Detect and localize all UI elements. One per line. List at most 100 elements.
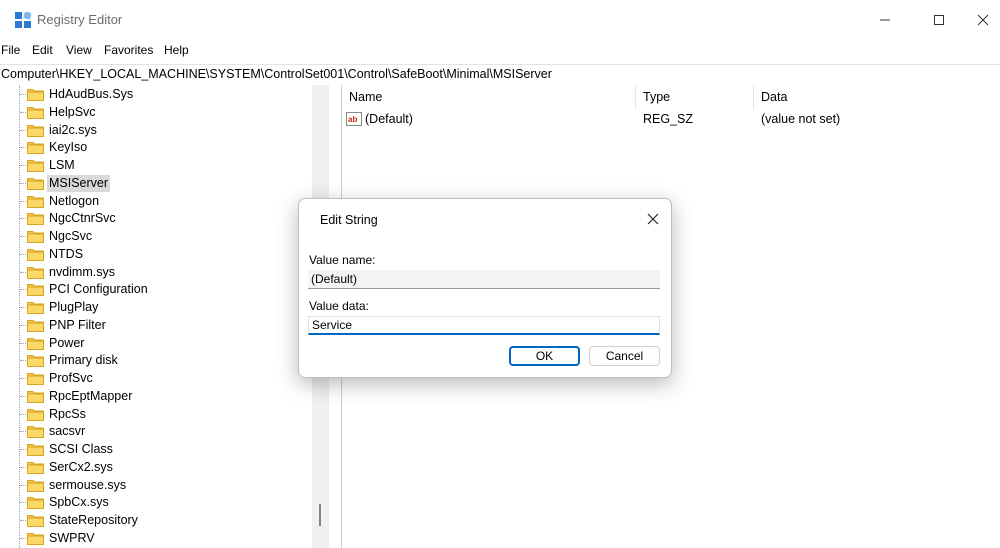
tree-item-label: HdAudBus.Sys [49,87,134,101]
tree-item-label: PCI Configuration [49,282,148,297]
svg-text:ab: ab [348,115,357,124]
dialog-title: Edit String [320,213,378,227]
tree-item[interactable]: SWPRV [20,530,310,547]
tree-item[interactable]: Netlogon [20,193,310,210]
minimize-button[interactable] [862,0,908,40]
close-button[interactable] [960,0,1000,40]
edit-string-dialog: Edit String Value name: (Default) Value … [298,198,672,378]
maximize-button[interactable] [916,0,962,40]
tree-item-label: SpbCx.sys [49,495,109,510]
tree-item[interactable]: iai2c.sys [20,122,310,139]
folder-icon [27,532,44,545]
dialog-close-icon[interactable] [645,211,661,227]
tree-item-label: Netlogon [49,193,100,208]
tree-item-label: Power [49,335,85,350]
scrollbar-thumb[interactable] [319,504,321,526]
folder-icon [27,302,44,314]
tree-item[interactable]: KeyIso [20,139,310,156]
folder-icon [27,106,44,119]
folder-icon [27,426,44,439]
tree-item[interactable]: LSM [20,157,310,174]
menu-view[interactable]: View [66,43,92,57]
folder-icon [27,266,44,279]
tree-item-label: SWPRV [49,530,95,545]
value-data-label: Value data: [309,299,369,313]
minimize-icon [880,19,890,21]
folder-icon [27,160,44,172]
menu-help[interactable]: Help [164,43,189,57]
menu-edit[interactable]: Edit [32,43,53,57]
folder-icon [27,444,44,456]
folder-icon [27,461,44,474]
tree-item-label: RpcSs [49,406,86,421]
address-bar[interactable]: Computer\HKEY_LOCAL_MACHINE\SYSTEM\Contr… [0,64,1000,86]
tree-item[interactable]: HelpSvc [20,104,310,121]
tree-item[interactable]: NgcSvc [20,228,310,245]
title-bar: Registry Editor [0,0,1000,40]
tree-item[interactable]: SerCx2.sys [20,459,310,476]
tree-item-label: MSIServer [47,174,111,192]
tree-item-label: iai2c.sys [49,122,97,137]
folder-icon [27,337,44,350]
menu-file[interactable]: File [1,43,20,57]
tree-item[interactable]: Primary disk [20,352,310,369]
cancel-button[interactable]: Cancel [589,346,660,366]
column-name-label: Name [349,90,383,104]
tree-item-label: ProfSvc [49,371,93,385]
tree-item[interactable]: StateRepository [20,512,310,529]
column-header-type[interactable]: Type [636,85,754,110]
folder-icon [27,89,44,101]
tree-item-label: PlugPlay [49,300,99,314]
tree-item[interactable]: NTDS [20,246,310,263]
tree-item-label: sacsvr [49,424,86,439]
folder-icon [27,319,44,332]
tree-item[interactable]: SpbCx.sys [20,494,310,511]
value-data-input[interactable] [308,316,660,335]
tree-item[interactable]: Power [20,335,310,352]
tree-item[interactable]: sacsvr [20,423,310,440]
tree-item[interactable]: ProfSvc [20,370,310,387]
tree-item[interactable]: SCSI Class [20,441,310,458]
value-name: (Default) [365,112,413,126]
folder-icon [27,213,44,226]
value-type: REG_SZ [643,112,694,126]
tree-item-label: PNP Filter [49,317,106,332]
tree-item[interactable]: HdAudBus.Sys [20,86,310,103]
column-header-data[interactable]: Data [754,85,1000,110]
tree-item[interactable]: PCI Configuration [20,281,310,298]
tree-item[interactable]: RpcSs [20,406,310,423]
folder-icon [27,408,44,421]
tree-item-label: HelpSvc [49,104,96,119]
folder-icon [27,515,44,527]
tree-item[interactable]: sermouse.sys [20,477,310,494]
tree-item[interactable]: NgcCtnrSvc [20,210,310,227]
tree-item-label: SCSI Class [49,442,113,456]
tree-item[interactable]: nvdimm.sys [20,264,310,281]
tree-item[interactable]: MSIServer [20,174,310,192]
folder-icon [27,142,44,155]
tree-item-label: LSM [49,158,75,172]
tree-item[interactable]: PlugPlay [20,299,310,316]
tree-item-label: NgcSvc [49,229,93,243]
close-icon [977,14,989,26]
tree-item-label: nvdimm.sys [49,264,115,279]
registry-icon [15,12,31,28]
value-data: (value not set) [761,112,841,126]
folder-icon [27,479,44,492]
ok-button[interactable]: OK [509,346,580,366]
tree-item-label: RpcEptMapper [49,388,133,403]
folder-icon [27,124,44,137]
tree-item-label: NgcCtnrSvc [49,211,116,226]
column-header-name[interactable]: Name [342,85,636,110]
column-type-label: Type [643,90,671,104]
folder-icon [27,284,44,297]
tree-item[interactable]: PNP Filter [20,317,310,334]
tree-item[interactable]: RpcEptMapper [20,388,310,405]
tree-item-label: KeyIso [49,140,88,155]
folder-icon [27,390,44,403]
window-title: Registry Editor [37,12,123,27]
menu-favorites[interactable]: Favorites [104,43,153,57]
folder-icon [27,248,44,261]
value-row[interactable]: ab (Default) REG_SZ (value not set) [342,111,1000,129]
tree-item-label: StateRepository [49,513,138,527]
